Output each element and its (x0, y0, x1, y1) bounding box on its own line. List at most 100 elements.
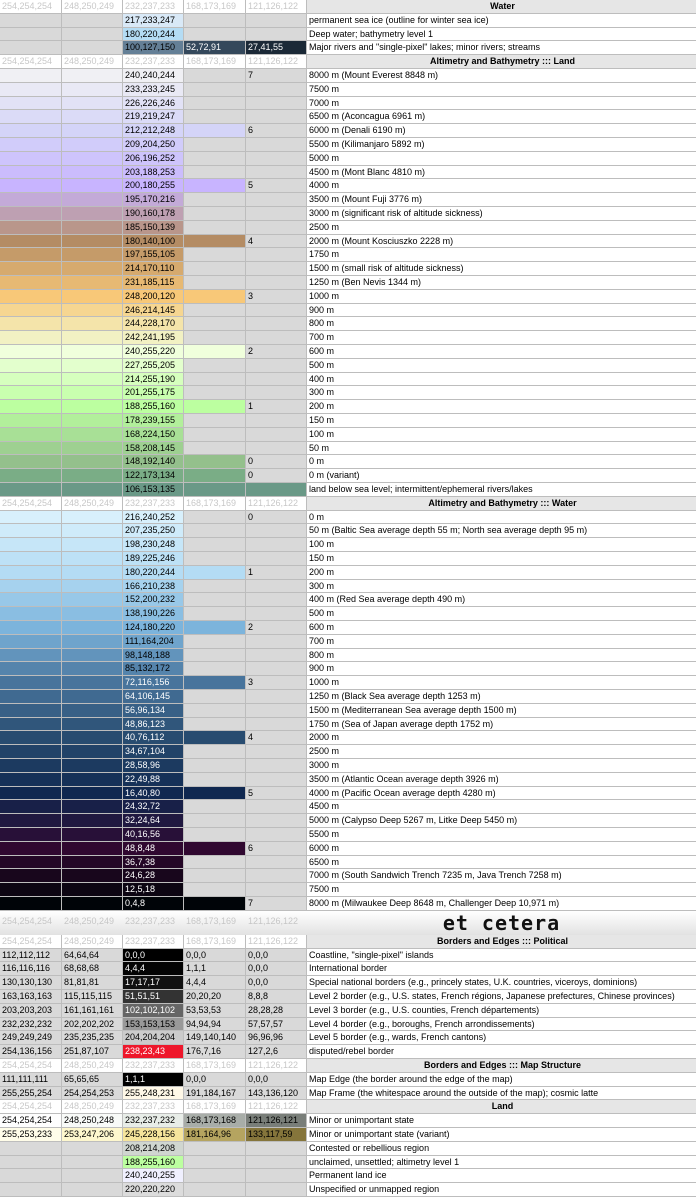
et-cetera-banner: 254,254,254 248,250,249 232,237,233 168,173… (0, 910, 696, 935)
color-swatch (0, 731, 62, 746)
row-description: 150 m (307, 414, 696, 428)
legend-row: 220,220,220 Unspecified or unmapped regio… (0, 1183, 696, 1197)
banner-swatch-label: 248,250,249 (64, 915, 115, 926)
color-swatch (246, 855, 307, 870)
row-description: 4000 m (Pacific Ocean average depth 4280… (307, 786, 696, 801)
color-swatch: 255,248,231 (123, 1086, 184, 1101)
color-swatch (62, 69, 123, 83)
color-swatch: 98,148,188 (123, 648, 184, 663)
color-swatch (246, 538, 307, 552)
color-swatch (246, 648, 307, 663)
color-swatch (0, 331, 62, 345)
color-swatch (0, 869, 62, 884)
legend-row: 200,180,255 5 4000 m (0, 179, 696, 194)
color-swatch: 36,7,38 (123, 855, 184, 870)
color-swatch: 96,96,96 (246, 1031, 307, 1046)
color-swatch (62, 855, 123, 870)
color-swatch: 1,1,1 (123, 1072, 184, 1087)
color-swatch: 1 (246, 400, 307, 414)
legend-row: 219,219,247 6500 m (Aconcagua 6961 m) (0, 110, 696, 125)
color-swatch: 7 (246, 69, 307, 83)
color-swatch: 244,228,170 (123, 317, 184, 332)
color-swatch (62, 138, 123, 152)
color-swatch (62, 13, 123, 28)
row-description: Minor or unimportant state (307, 1114, 696, 1128)
color-swatch: 248,250,248 (62, 1114, 123, 1128)
row-description: 400 m (307, 372, 696, 387)
color-swatch (246, 524, 307, 539)
color-swatch (62, 124, 123, 138)
legend-row: 206,196,252 5000 m (0, 151, 696, 166)
color-swatch (0, 579, 62, 594)
legend-row: 0,4,8 7 8000 m (Milwaukee Deep 8648 m, Cha… (0, 897, 696, 911)
legend-row: 122,173,134 0 0 m (variant) (0, 469, 696, 483)
row-description: unclaimed, unsettled; altimetry level 1 (307, 1155, 696, 1170)
color-swatch (184, 593, 246, 608)
color-swatch: 1 (246, 565, 307, 580)
color-swatch (0, 165, 62, 180)
color-swatch (246, 317, 307, 332)
color-swatch: 204,204,204 (123, 1031, 184, 1046)
legend-row: 208,214,208 Contested or rebellious regio… (0, 1141, 696, 1156)
color-swatch (184, 1169, 246, 1184)
color-swatch (184, 648, 246, 663)
color-swatch: 40,76,112 (123, 731, 184, 746)
color-swatch (0, 151, 62, 166)
color-swatch: 4 (246, 731, 307, 746)
color-swatch (0, 1141, 62, 1156)
color-swatch: 0,0,0 (246, 948, 307, 963)
row-description: 1250 m (Ben Nevis 1344 m) (307, 276, 696, 290)
color-swatch (184, 289, 246, 304)
color-swatch (62, 883, 123, 897)
color-swatch: 220,220,220 (123, 1183, 184, 1197)
color-swatch (184, 579, 246, 594)
color-swatch: 53,53,53 (184, 1003, 246, 1018)
color-swatch (246, 248, 307, 263)
color-swatch: 153,153,153 (123, 1017, 184, 1032)
color-swatch (62, 317, 123, 332)
color-swatch (184, 276, 246, 290)
color-swatch: 152,200,232 (123, 593, 184, 608)
color-swatch: 111,111,111 (0, 1072, 62, 1087)
color-swatch (184, 634, 246, 649)
color-swatch: 85,132,172 (123, 662, 184, 677)
legend-row: 227,255,205 500 m (0, 358, 696, 373)
color-swatch (0, 27, 62, 42)
legend-row: 158,208,145 50 m (0, 441, 696, 456)
legend-row: 85,132,172 900 m (0, 662, 696, 677)
color-swatch (62, 510, 123, 525)
color-swatch (0, 676, 62, 690)
color-swatch: 232,232,232 (0, 1017, 62, 1032)
color-swatch: 68,68,68 (62, 962, 123, 977)
color-swatch (0, 621, 62, 635)
legend-row: 180,140,100 4 2000 m (Mount Kosciuszko 222… (0, 234, 696, 249)
color-swatch (62, 662, 123, 677)
color-swatch: 245,228,156 (123, 1128, 184, 1142)
color-swatch (0, 524, 62, 539)
row-description: disputed/rebel border (307, 1045, 696, 1059)
color-swatch (184, 814, 246, 828)
color-swatch: 240,240,244 (123, 69, 184, 83)
color-swatch (184, 841, 246, 856)
color-swatch (184, 151, 246, 166)
color-swatch (62, 193, 123, 207)
color-swatch (62, 1155, 123, 1170)
legend-row: 124,180,220 2 600 m (0, 621, 696, 635)
legend-row: 111,111,111 65,65,65 1,1,1 0,0,0 0,0,0 Map Ed… (0, 1072, 696, 1087)
header-swatch-label: 232,237,233 (123, 1059, 184, 1073)
color-swatch: 112,112,112 (0, 948, 62, 963)
color-swatch: 203,203,203 (0, 1003, 62, 1018)
legend-row: 56,96,134 1500 m (Mediterranean Sea avera… (0, 703, 696, 718)
color-swatch: 27,41,55 (246, 41, 307, 56)
color-swatch (184, 828, 246, 842)
row-description: Special national borders (e.g., princely… (307, 976, 696, 990)
color-swatch (246, 303, 307, 318)
color-swatch (0, 703, 62, 718)
color-swatch (0, 220, 62, 235)
color-swatch: 189,225,246 (123, 552, 184, 566)
color-swatch (184, 524, 246, 539)
color-swatch: 235,235,235 (62, 1031, 123, 1046)
legend-row: 185,150,139 2500 m (0, 220, 696, 235)
color-swatch: 0,0,0 (246, 962, 307, 977)
color-swatch: 5 (246, 786, 307, 801)
